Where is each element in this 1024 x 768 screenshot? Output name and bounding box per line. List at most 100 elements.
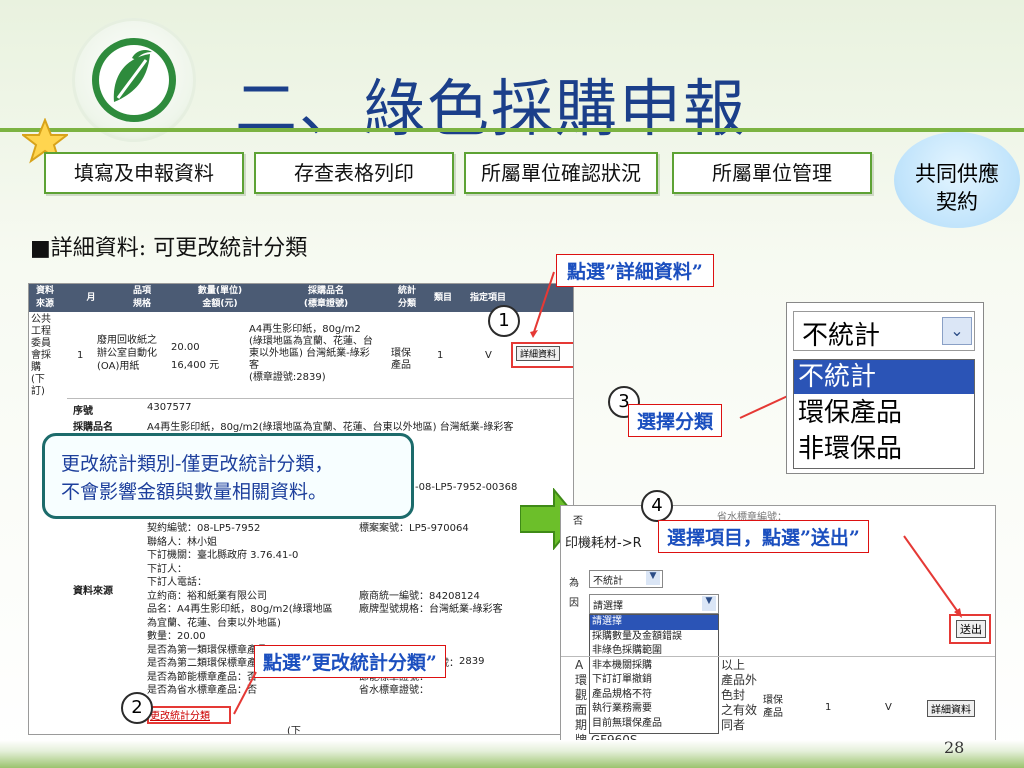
category-selected: 不統計: [802, 321, 881, 351]
category-dropdown-zoom[interactable]: 不統計 ⌄ 不統計 環保產品 非環保品: [786, 302, 984, 474]
detail-button-2[interactable]: 詳細資料: [927, 700, 975, 717]
shared-supply-contract-badge[interactable]: 共同供應 契約: [894, 132, 1020, 228]
detail-line: 廠牌型號規格：台灣紙業-綠彩客: [359, 604, 503, 615]
detail-name-value: A4再生影印紙，80g/m2(綠環地區為宜蘭、花蓮、台東以外地區) 台灣紙業-綠…: [147, 422, 514, 433]
p2-divider: [561, 656, 995, 657]
col-spec: 品項 規格: [132, 286, 151, 309]
category-option[interactable]: 非環保品: [798, 432, 902, 466]
p2-left-cell: 觀: [575, 688, 588, 702]
reason-option[interactable]: 採購數量及金額錯誤: [590, 630, 718, 645]
detail-line: 下訂人電話：: [147, 577, 207, 588]
p2-left-cell: 期: [575, 718, 588, 732]
detail-line: [359, 630, 503, 644]
chevron-down-icon[interactable]: ⌄: [942, 317, 972, 345]
detail-partial-2839: 2839: [459, 656, 485, 667]
p2-left-cell: A: [575, 658, 584, 672]
p2-reason-label: 因: [569, 598, 579, 609]
table-header: 資料 來源 月 品項 規格 數量(單位) 金額(元) 採購品名 (標章證號) 統…: [29, 284, 573, 312]
row-stat: 環保 產品: [391, 348, 411, 371]
row-name: A4再生影印紙，80g/m2 (綠環地區為宜蘭、花蓮、台 東以外地區) 台灣紙業…: [249, 324, 373, 383]
p2-reason-select[interactable]: 請選擇 ▼: [589, 594, 719, 614]
p2-right-cell: 產品外: [721, 673, 758, 687]
note-line-1: 更改統計類別-僅更改統計分類，: [61, 453, 334, 475]
p2-desc: 印機耗材->R: [565, 536, 642, 551]
detail-line: 為宜蘭、花蓮、台東以外地區): [147, 617, 281, 629]
p2-right-cell: 同者: [721, 718, 746, 732]
step-1-badge: 1: [488, 305, 520, 337]
detail-code-fragment: -08-LP5-7952-00368: [415, 482, 518, 493]
reason-option[interactable]: 請選擇: [590, 615, 718, 630]
detail-line: 品名：A4再生影印紙，80g/m2(綠環地區: [147, 604, 333, 615]
row-amount: 16,400 元: [171, 360, 220, 371]
callout-1-arrow: [530, 271, 555, 338]
p2-reason-value: 請選擇: [593, 601, 623, 612]
p2-assigned2: V: [885, 702, 892, 713]
callout-click-detail: 點選”詳細資料”: [556, 254, 714, 287]
callout-select-category: 選擇分類: [628, 404, 723, 437]
category-option[interactable]: 不統計: [794, 360, 974, 394]
note-box: 更改統計類別-僅更改統計分類， 不會影響金額與數量相關資料。: [42, 433, 414, 519]
p2-no-flag: 否: [573, 516, 583, 527]
chevron-down-icon[interactable]: ▼: [646, 571, 660, 585]
detail-line: 立約商：裕和紙業有限公司: [147, 590, 267, 602]
badge-line-2: 契約: [936, 190, 978, 214]
detail-line: [359, 536, 503, 550]
p2-left-col: A 環 觀 面 期 牌 GF960S: [575, 658, 638, 743]
detail-line: [359, 617, 503, 631]
submit-button[interactable]: 送出: [956, 620, 986, 638]
page-number: 28: [944, 738, 965, 757]
detail-line: [359, 563, 503, 577]
detail-line: 聯絡人：林小姐: [147, 536, 217, 548]
detail-button[interactable]: 詳細資料: [516, 346, 561, 361]
detail-line: [359, 576, 503, 590]
col-name: 採購品名 (標章證號): [303, 286, 349, 309]
p2-stat-label: 為: [569, 578, 579, 589]
p2-left-cell: 環: [575, 673, 588, 687]
title-divider: [0, 128, 1024, 132]
p2-stat-select[interactable]: 不統計 ▼: [589, 570, 663, 588]
tab-print-forms[interactable]: 存查表格列印: [254, 152, 454, 194]
detail-line: 廠商統一編號：84208124: [359, 590, 480, 602]
tab-unit-confirm[interactable]: 所屬單位確認狀況: [464, 152, 658, 194]
callout-click-change-category: 點選”更改統計分類”: [254, 645, 446, 678]
category-select[interactable]: 不統計 ⌄: [793, 311, 975, 351]
row-spec: 廢用回收紙之 辦公室自動化 (OA)用紙: [97, 335, 157, 372]
p2-right-cell: 色封: [721, 688, 746, 702]
detail-name-label: 採購品名: [73, 422, 113, 433]
row-source: 公共 工程 委員 會採 購 (下 訂): [31, 314, 51, 397]
row-month: 1: [77, 350, 84, 361]
step-4-badge: 4: [641, 490, 673, 522]
p2-stat2: 環保 產品: [763, 695, 783, 719]
tab-unit-manage[interactable]: 所屬單位管理: [672, 152, 872, 194]
p2-cat2: 1: [825, 702, 832, 713]
bottom-band: [0, 740, 1024, 768]
col-month: 月: [86, 293, 96, 303]
col-assigned: 指定項目: [469, 293, 506, 303]
detail-line: 契約編號：08-LP5-7952: [147, 523, 261, 534]
p2-right-cell: 以上: [721, 658, 746, 672]
detail-seq-label: 序號: [73, 406, 93, 417]
badge-line-1: 共同供應: [915, 162, 999, 186]
change-category-link[interactable]: 更改統計分類: [150, 707, 210, 722]
callout-2-arrow: [233, 671, 257, 715]
col-qty: 數量(單位) 金額(元): [197, 286, 243, 309]
callout-select-submit: 選擇項目，點選”送出”: [658, 520, 869, 553]
detail-line: [359, 549, 503, 563]
detail-bottom-cut: (下: [287, 726, 301, 735]
detail-subheading: ■詳細資料: 可更改統計分類: [30, 236, 308, 261]
detail-line: 下訂機關：臺北縣政府 3.76.41-0: [147, 550, 299, 561]
detail-line: 省水標章證號：: [359, 685, 429, 696]
tab-fill-report[interactable]: 填寫及申報資料: [44, 152, 244, 194]
category-option[interactable]: 環保產品: [798, 396, 902, 430]
row-cat: 1: [437, 350, 444, 361]
chevron-down-icon[interactable]: ▼: [702, 596, 716, 611]
green-mark-logo: [72, 18, 196, 142]
row-qty: 20.00: [171, 342, 200, 353]
detail-source-label: 資料來源: [73, 586, 113, 597]
row-assigned: V: [485, 350, 492, 361]
note-line-2: 不會影響金額與數量相關資料。: [61, 481, 328, 503]
row-divider: [67, 398, 573, 399]
category-options: 不統計 環保產品 非環保品: [793, 359, 975, 469]
p2-left-cell: 面: [575, 703, 588, 717]
callout-4-arrow: [903, 535, 962, 618]
